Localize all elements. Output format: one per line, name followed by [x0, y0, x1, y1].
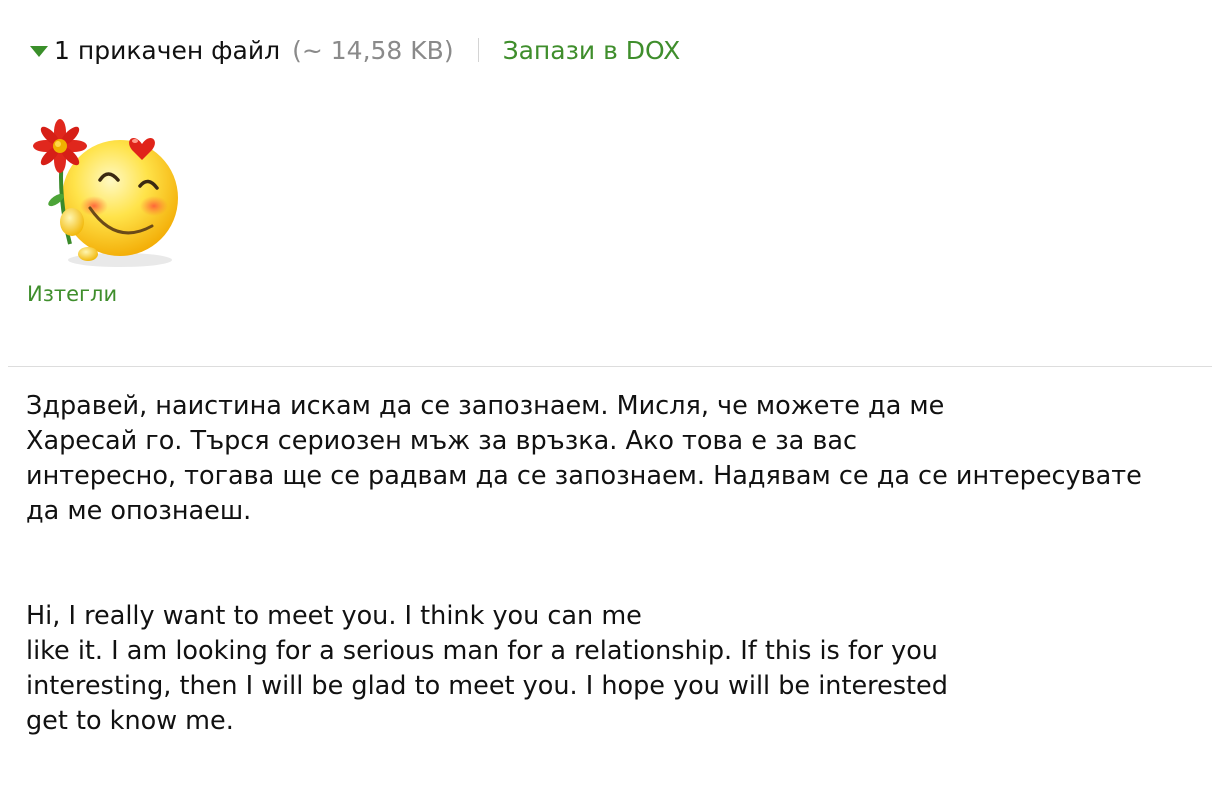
- save-to-dox-link[interactable]: Запази в DOX: [503, 36, 681, 65]
- message-line: интересно, тогава ще се радвам да се зап…: [26, 461, 1142, 491]
- attachment-count: 1 прикачен файл: [54, 35, 281, 65]
- message-line: Харесай го. Търся сериозен мъж за връзка…: [26, 426, 858, 456]
- download-link[interactable]: Изтегли: [27, 282, 117, 306]
- collapse-arrow-icon[interactable]: [30, 45, 48, 57]
- message-paragraph-bulgarian: Здравей, наистина искам да се запознаем.…: [26, 389, 1176, 529]
- message-line: interesting, then I will be glad to meet…: [26, 671, 948, 701]
- message-line: like it. I am looking for a serious man …: [26, 636, 938, 666]
- message-line: Hi, I really want to meet you. I think y…: [26, 601, 642, 631]
- message-body: Здравей, наистина искам да се запознаем.…: [26, 389, 1176, 739]
- divider: [8, 366, 1212, 367]
- message-line: да ме опознаеш.: [26, 496, 252, 526]
- attachment-thumbnail[interactable]: [28, 108, 188, 268]
- message-line: Здравей, наистина искам да се запознаем.…: [26, 391, 945, 421]
- attachment-size: (~ 14,58 KB): [292, 35, 454, 65]
- message-paragraph-english: Hi, I really want to meet you. I think y…: [26, 599, 1176, 739]
- header-separator: [477, 38, 479, 62]
- attachment-header: 1 прикачен файл (~ 14,58 KB) Запази в DO…: [30, 30, 680, 70]
- smiley-with-flower-and-heart-icon: [33, 119, 178, 267]
- message-line: get to know me.: [26, 706, 234, 736]
